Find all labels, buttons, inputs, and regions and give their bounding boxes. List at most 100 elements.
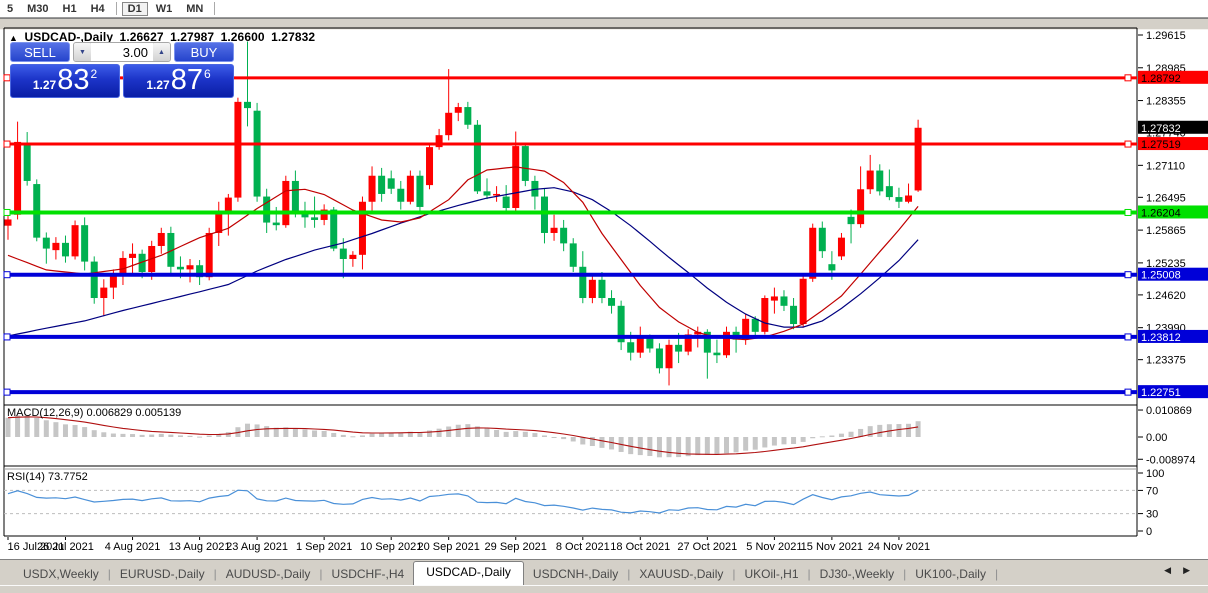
hline-handle[interactable] [4,209,10,215]
candle-body [158,233,165,246]
candle-body [503,197,510,208]
macd-indicator-label: MACD(12,26,9) 0.006829 0.005139 [7,407,181,419]
candle-body [177,267,184,270]
price-axis-label: 1.28355 [1146,96,1186,108]
candle-body [14,142,21,215]
sell-button[interactable]: SELL [10,42,70,62]
candle-body [445,113,452,135]
candle-body [713,353,720,356]
rsi-axis-label: 100 [1146,468,1164,480]
price-axis-label: 1.23375 [1146,355,1186,367]
candle-body [24,145,31,181]
macd-histogram-bar [264,426,269,437]
buy-price-display[interactable]: 1.27 87 6 [123,64,234,98]
candle-body [129,254,136,258]
candle-body [771,296,778,300]
chart-tab-dj30-weekly[interactable]: DJ30-,Weekly [811,564,903,585]
candle-body [43,238,50,249]
horizontal-lines: 1.287921.275191.262041.250081.238121.227… [4,71,1208,399]
chart-tab-uk100-daily[interactable]: UK100-,Daily [906,564,995,585]
candle-body [551,228,558,233]
hline-handle[interactable] [4,272,10,278]
hline-handle[interactable] [1125,272,1131,278]
candle-body [828,264,835,270]
macd-histogram-bar [379,433,384,437]
rsi-axis-label: 0 [1146,526,1152,538]
volume-increase-icon[interactable]: ▲ [153,43,170,61]
macd-histogram-bar [149,435,154,437]
tab-scroll-right-icon[interactable]: ▶ [1183,565,1202,575]
candle-body [579,267,586,298]
macd-histogram-bar [130,434,135,437]
x-axis-label: 5 Nov 2021 [746,541,802,553]
x-axis-label: 26 Jul 2021 [37,541,94,553]
chart-tab-ukoil-h1[interactable]: UKOil-,H1 [736,564,808,585]
macd-histogram-bar [168,435,173,437]
chart-tab-usdcad-daily[interactable]: USDCAD-,Daily [413,561,524,585]
candle-body [915,128,922,191]
hline-handle[interactable] [1125,209,1131,215]
price-level-badge-label: 1.22751 [1141,387,1181,399]
chart-tab-audusd-daily[interactable]: AUDUSD-,Daily [217,564,320,585]
x-axis-label: 10 Sep 2021 [360,541,422,553]
candle-body [62,243,69,257]
price-axis-label: 1.26495 [1146,192,1186,204]
hline-handle[interactable] [1125,75,1131,81]
hline-handle[interactable] [1125,141,1131,147]
price-level-badge-label: 1.25008 [1141,270,1181,282]
candle-body [5,219,12,225]
candle-body [282,181,289,225]
macd-histogram-bar [293,428,298,437]
candle-body [206,233,213,277]
macd-histogram-bar [513,431,518,437]
x-axis-label: 4 Aug 2021 [105,541,161,553]
macd-histogram-bar [341,435,346,437]
macd-histogram-bar [638,437,643,455]
candle-body [474,125,481,192]
candle-body [311,217,318,220]
macd-histogram-bar [532,433,537,437]
macd-histogram-bar [523,432,528,437]
chart-tab-xauusd-daily[interactable]: XAUUSD-,Daily [630,564,732,585]
candle-body [81,225,88,261]
sell-price-display[interactable]: 1.27 83 2 [10,64,120,98]
macd-histogram-bar [561,437,566,439]
macd-histogram-bar [207,436,212,437]
price-level-badge-label: 1.27519 [1141,139,1181,151]
macd-histogram-bar [781,437,786,444]
candle-body [378,176,385,194]
macd-histogram-bar [542,435,547,437]
rsi-indicator-label: RSI(14) 73.7752 [7,471,88,483]
macd-histogram-bar [504,432,509,437]
hline-handle[interactable] [1125,334,1131,340]
candle-body [397,189,404,202]
chart-tab-eurusd-daily[interactable]: EURUSD-,Daily [111,564,214,585]
chart-tab-usdx-weekly[interactable]: USDX,Weekly [14,564,108,585]
volume-input[interactable]: 3.00 [91,43,153,61]
candle-body [780,296,787,305]
macd-histogram-bar [743,437,748,451]
candle-body [646,338,653,348]
hline-handle[interactable] [4,141,10,147]
macd-histogram-bar [63,424,68,437]
macd-histogram-bar [6,418,11,437]
volume-decrease-icon[interactable]: ▼ [74,43,91,61]
hline-handle[interactable] [1125,389,1131,395]
volume-stepper: ▼ 3.00 ▲ [73,42,171,62]
macd-histogram-bar [53,422,58,437]
candle-body [761,298,768,332]
buy-button[interactable]: BUY [174,42,234,62]
hline-handle[interactable] [4,389,10,395]
chart-tab-usdchf-h4[interactable]: USDCHF-,H4 [323,564,414,585]
rsi-pane: 10070300 [4,468,1164,538]
one-click-trading-panel: SELL ▼ 3.00 ▲ BUY 1.27 83 2 1.27 87 6 [10,42,234,98]
chart-tab-usdcnh-daily[interactable]: USDCNH-,Daily [524,564,627,585]
x-axis-label: 1 Sep 2021 [296,541,352,553]
macd-histogram-bar [34,418,39,437]
tab-scroll-left-icon[interactable]: ◀ [1164,565,1183,575]
macd-histogram-bar [350,436,355,437]
candle-body [234,102,241,198]
macd-histogram-bar [446,427,451,437]
hline-handle[interactable] [4,334,10,340]
candle-body [560,228,567,244]
